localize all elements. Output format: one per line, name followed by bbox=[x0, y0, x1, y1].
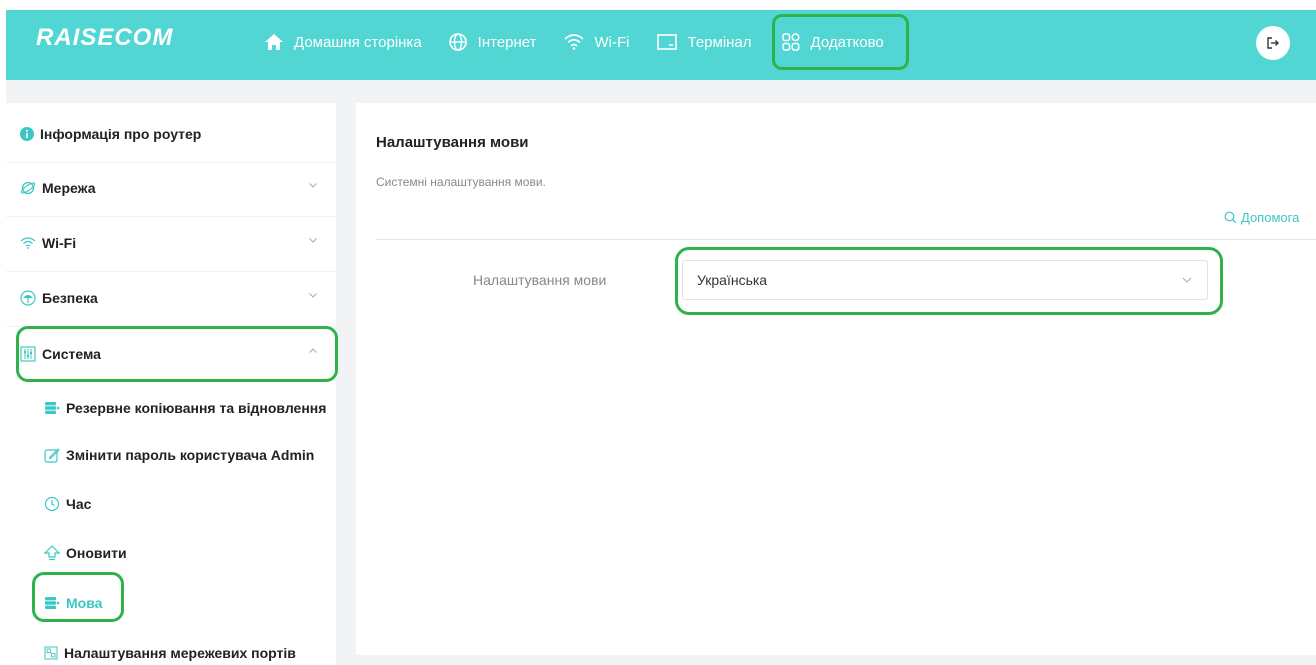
logout-icon bbox=[1267, 37, 1279, 49]
help-label: Допомога bbox=[1241, 210, 1300, 225]
sidebar-subitem-label: Час bbox=[66, 496, 92, 512]
chevron-down-icon bbox=[1182, 277, 1192, 283]
sidebar-subitem-upgrade[interactable]: Оновити bbox=[44, 533, 127, 573]
sidebar-subitem-language[interactable]: Мова bbox=[44, 583, 102, 623]
sidebar-subitem-label: Змінити пароль користувача Admin bbox=[66, 447, 315, 463]
wifi-icon bbox=[20, 237, 36, 249]
chevron-up-icon bbox=[309, 348, 317, 353]
shield-icon bbox=[20, 290, 36, 306]
sidebar: Інформація про роутер Мережа Wi-Fi Безпе… bbox=[6, 103, 338, 665]
nav-advanced[interactable]: Додатково bbox=[771, 14, 909, 70]
raisecom-logo: RAISECOM bbox=[36, 24, 174, 51]
nav-wifi-label: Wi-Fi bbox=[594, 33, 630, 51]
sidebar-item-network[interactable]: Мережа bbox=[6, 163, 336, 213]
nav-advanced-label: Додатково bbox=[810, 33, 884, 51]
sidebar-subitem-label: Налаштування мережевих портів bbox=[64, 645, 296, 661]
sidebar-item-router-info[interactable]: Інформація про роутер bbox=[6, 109, 336, 159]
divider bbox=[6, 216, 336, 217]
nav-terminal-label: Термінал bbox=[687, 33, 752, 51]
nav-home-label: Домашня сторінка bbox=[294, 33, 422, 51]
divider bbox=[6, 326, 336, 327]
sidebar-item-label: Безпека bbox=[42, 290, 98, 306]
page-description: Системні налаштування мови. bbox=[376, 175, 546, 189]
language-label: Налаштування мови bbox=[473, 272, 607, 288]
sidebar-subitem-port-settings[interactable]: Налаштування мережевих портів bbox=[44, 633, 296, 665]
database-icon bbox=[45, 402, 60, 414]
language-select[interactable]: Українська bbox=[682, 260, 1208, 300]
clock-icon bbox=[44, 496, 60, 512]
sidebar-item-security[interactable]: Безпека bbox=[6, 273, 336, 323]
sidebar-subitem-label: Резервне копіювання та відновлення bbox=[66, 400, 327, 416]
nav-terminal[interactable]: Термінал bbox=[656, 22, 752, 62]
page-title: Налаштування мови bbox=[376, 134, 529, 151]
sidebar-item-system[interactable]: Система bbox=[6, 329, 336, 379]
chevron-down-icon bbox=[309, 293, 317, 298]
divider bbox=[6, 271, 336, 272]
logout-button[interactable] bbox=[1256, 26, 1290, 60]
sidebar-item-label: Wi-Fi bbox=[42, 235, 77, 251]
nav-internet[interactable]: Інтернет bbox=[448, 22, 537, 62]
ports-icon bbox=[44, 646, 58, 660]
globe-icon bbox=[448, 33, 467, 51]
main-nav: Домашня сторінка Інтернет Wi-Fi Термінал… bbox=[264, 10, 935, 74]
sidebar-subitem-change-password[interactable]: Змінити пароль користувача Admin bbox=[44, 435, 314, 475]
edit-icon bbox=[44, 448, 60, 463]
nav-wifi[interactable]: Wi-Fi bbox=[563, 22, 630, 62]
sidebar-subitem-label: Оновити bbox=[66, 545, 127, 561]
sidebar-item-label: Мережа bbox=[42, 180, 96, 196]
upgrade-icon bbox=[44, 545, 60, 561]
sidebar-item-label: Інформація про роутер bbox=[40, 126, 202, 142]
sidebar-subitem-label: Мова bbox=[66, 595, 103, 611]
network-icon bbox=[20, 181, 36, 195]
main-panel: Налаштування мови Системні налаштування … bbox=[356, 103, 1316, 655]
language-select-value: Українська bbox=[697, 272, 768, 288]
wifi-icon bbox=[563, 34, 584, 50]
monitor-icon bbox=[656, 34, 677, 50]
info-icon bbox=[20, 127, 34, 141]
sidebar-item-wifi[interactable]: Wi-Fi bbox=[6, 218, 336, 268]
nav-home[interactable]: Домашня сторінка bbox=[264, 22, 422, 62]
nav-internet-label: Інтернет bbox=[477, 33, 537, 51]
chevron-down-icon bbox=[309, 183, 317, 188]
help-link[interactable]: Допомога bbox=[1224, 210, 1299, 225]
chevron-down-icon bbox=[309, 238, 317, 243]
top-navigation-bar: RAISECOM Домашня сторінка Інтернет Wi-Fi bbox=[6, 10, 1316, 80]
search-icon bbox=[1224, 211, 1237, 224]
apps-icon bbox=[781, 33, 800, 51]
home-icon bbox=[265, 34, 283, 50]
database-icon bbox=[45, 597, 60, 609]
sidebar-subitem-backup[interactable]: Резервне копіювання та відновлення bbox=[44, 388, 326, 428]
system-icon bbox=[20, 346, 36, 362]
sidebar-subitem-time[interactable]: Час bbox=[44, 484, 91, 524]
divider bbox=[376, 239, 1316, 240]
sidebar-item-label: Система bbox=[42, 346, 101, 362]
